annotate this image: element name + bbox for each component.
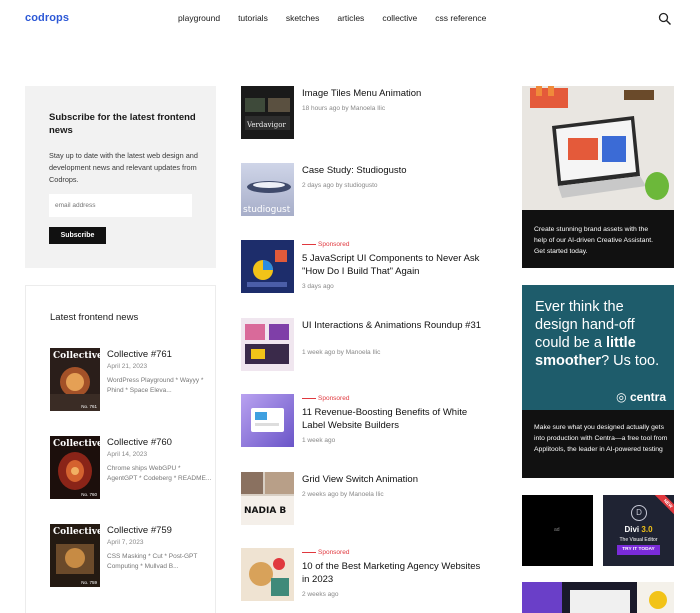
- article-item[interactable]: Sponsored 5 JavaScript UI Components to …: [241, 240, 491, 296]
- new-badge: NEW: [651, 495, 674, 520]
- item-date: April 14, 2023: [107, 451, 148, 458]
- divi-version: 3.0: [641, 525, 653, 534]
- ad-caption: Create stunning brand assets with the he…: [522, 210, 674, 268]
- latest-news-panel: Latest frontend news Collective No. 761 …: [25, 285, 216, 613]
- ad-creative-assistant[interactable]: Create stunning brand assets with the he…: [522, 86, 674, 268]
- item-date: April 21, 2023: [107, 363, 148, 370]
- collective-cover-image[interactable]: Collective No. 759: [50, 524, 100, 587]
- subscribe-button[interactable]: Subscribe: [49, 227, 106, 244]
- centra-brand-text: centra: [629, 390, 666, 404]
- list-item[interactable]: Collective No. 760 Collective #760 April…: [50, 436, 215, 501]
- ad-divi[interactable]: NEW D Divi 3.0 The Visual Editor TRY IT …: [603, 495, 674, 566]
- thumb-label: NADIA B: [244, 506, 286, 516]
- email-field[interactable]: [49, 194, 192, 217]
- item-summary: WordPress Playground * Wayyy * Phind * S…: [107, 377, 204, 394]
- nav-css-reference[interactable]: css reference: [435, 13, 486, 23]
- item-title[interactable]: Collective #759: [107, 525, 172, 536]
- cover-number: No. 761: [81, 404, 97, 409]
- collective-cover-image[interactable]: Collective No. 761: [50, 348, 100, 411]
- article-item[interactable]: studiogust Case Study: Studiogusto 2 day…: [241, 163, 491, 219]
- latest-news-title: Latest frontend news: [50, 312, 139, 323]
- site-header: codrops playground tutorials sketches ar…: [0, 0, 700, 38]
- ad-label: ad: [554, 527, 560, 533]
- article-meta: 3 days ago: [302, 283, 334, 290]
- main-nav: playground tutorials sketches articles c…: [178, 13, 504, 23]
- ad-centra[interactable]: Ever think the design hand-off could be …: [522, 285, 674, 478]
- sponsored-label: Sponsored: [302, 549, 349, 556]
- article-title[interactable]: 11 Revenue-Boosting Benefits of White La…: [302, 407, 487, 432]
- article-title[interactable]: 10 of the Best Marketing Agency Websites…: [302, 561, 487, 586]
- article-item[interactable]: UI Interactions & Animations Roundup #31…: [241, 318, 491, 374]
- article-thumbnail[interactable]: [241, 318, 294, 371]
- article-meta: 2 weeks ago by Manoela Ilic: [302, 491, 384, 498]
- article-title[interactable]: Grid View Switch Animation: [302, 474, 487, 487]
- thumb-label: Verdavigor: [246, 121, 286, 129]
- ad-headline-part: ? Us too.: [601, 353, 660, 369]
- article-thumbnail[interactable]: [241, 240, 294, 293]
- ad-caption: Make sure what you designed actually get…: [534, 424, 668, 453]
- ad-placeholder[interactable]: ad: [522, 495, 593, 566]
- article-title[interactable]: UI Interactions & Animations Roundup #31: [302, 320, 487, 333]
- ad-divi-title: Divi 3.0: [603, 525, 674, 534]
- article-item[interactable]: NADIA B Grid View Switch Animation 2 wee…: [241, 472, 491, 528]
- divi-title: Divi: [624, 525, 640, 534]
- cover-title: Collective: [53, 439, 100, 449]
- nav-sketches[interactable]: sketches: [286, 13, 320, 23]
- article-thumbnail[interactable]: [241, 394, 294, 447]
- ad-laptop-image: [522, 86, 674, 210]
- item-title[interactable]: Collective #760: [107, 437, 172, 448]
- article-meta: 2 weeks ago: [302, 591, 339, 598]
- search-icon[interactable]: [658, 12, 672, 26]
- cover-title: Collective: [53, 351, 100, 361]
- article-title[interactable]: Image Tiles Menu Animation: [302, 88, 487, 101]
- article-item[interactable]: Sponsored 11 Revenue-Boosting Benefits o…: [241, 394, 491, 450]
- try-it-button[interactable]: TRY IT TODAY: [617, 545, 660, 555]
- list-item[interactable]: Collective No. 761 Collective #761 April…: [50, 348, 215, 413]
- centra-logo: ◎ centra: [616, 390, 666, 404]
- article-item[interactable]: Verdavigor Image Tiles Menu Animation 18…: [241, 86, 491, 142]
- logo[interactable]: codrops: [25, 12, 69, 24]
- ad-bottom-banner[interactable]: [522, 582, 674, 613]
- item-summary: Chrome ships WebGPU * AgentGPT * Codeber…: [107, 465, 212, 482]
- ad-headline: Ever think the design hand-off could be …: [535, 298, 670, 370]
- thumb-label: studiogust: [243, 205, 291, 215]
- collective-cover-image[interactable]: Collective No. 760: [50, 436, 100, 499]
- article-thumbnail[interactable]: [241, 548, 294, 601]
- nav-tutorials[interactable]: tutorials: [238, 13, 268, 23]
- cover-number: No. 760: [81, 492, 97, 497]
- item-summary: CSS Masking * Cut * Post-GPT Computing *…: [107, 553, 198, 570]
- article-thumbnail[interactable]: studiogust: [241, 163, 294, 216]
- article-thumbnail[interactable]: NADIA B: [241, 472, 294, 525]
- article-title[interactable]: Case Study: Studiogusto: [302, 165, 487, 178]
- article-meta: 1 week ago: [302, 437, 336, 444]
- subscribe-title: Subscribe for the latest frontend news: [49, 112, 196, 136]
- cover-number: No. 759: [81, 580, 97, 585]
- sponsored-label: Sponsored: [302, 241, 349, 248]
- nav-articles[interactable]: articles: [337, 13, 364, 23]
- item-date: April 7, 2023: [107, 539, 144, 546]
- article-thumbnail[interactable]: Verdavigor: [241, 86, 294, 139]
- subscribe-box: Subscribe for the latest frontend news S…: [25, 86, 216, 268]
- cover-title: Collective: [53, 527, 100, 537]
- article-meta: 2 days ago by studiogusto: [302, 182, 378, 189]
- article-meta: 18 hours ago by Manoela Ilic: [302, 105, 386, 112]
- article-meta: 1 week ago by Manoela Ilic: [302, 349, 381, 356]
- ad-divi-subtitle: The Visual Editor: [619, 537, 658, 543]
- sponsored-label: Sponsored: [302, 395, 349, 402]
- article-item[interactable]: Sponsored 10 of the Best Marketing Agenc…: [241, 548, 491, 604]
- list-item[interactable]: Collective No. 759 Collective #759 April…: [50, 524, 215, 589]
- subscribe-description: Stay up to date with the latest web desi…: [49, 151, 198, 184]
- nav-playground[interactable]: playground: [178, 13, 220, 23]
- item-title[interactable]: Collective #761: [107, 349, 172, 360]
- article-title[interactable]: 5 JavaScript UI Components to Never Ask …: [302, 253, 487, 278]
- divi-logo-icon: D: [631, 505, 647, 521]
- ad-centra-banner: Ever think the design hand-off could be …: [522, 285, 674, 410]
- nav-collective[interactable]: collective: [382, 13, 417, 23]
